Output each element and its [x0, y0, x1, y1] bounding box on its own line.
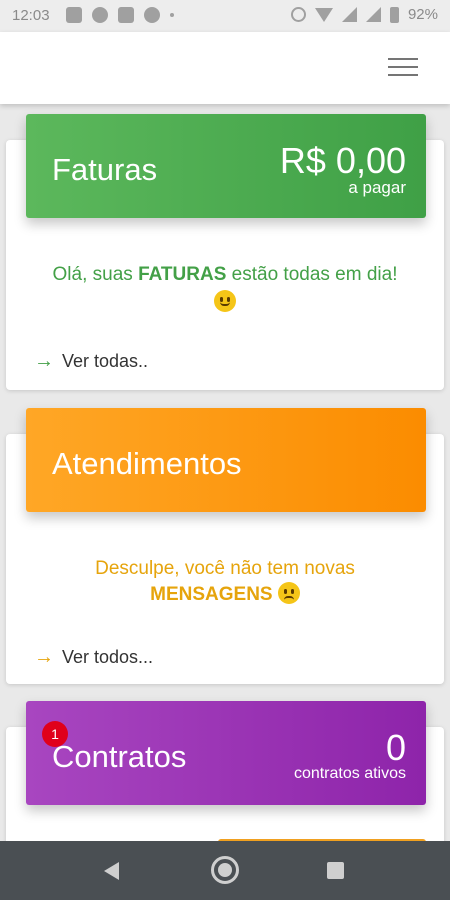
faturas-message-before: Olá, suas	[52, 264, 139, 285]
status-bar: 12:03 92%	[0, 0, 450, 32]
faturas-title: Faturas	[52, 152, 158, 187]
arrow-right-icon: →	[34, 350, 54, 372]
status-time: 12:03	[12, 7, 50, 24]
faturas-link-label: Ver todas..	[62, 351, 149, 371]
status-icons-right: 92%	[290, 6, 438, 23]
contratos-count-label: contratos ativos	[293, 765, 406, 782]
recents-icon[interactable]	[327, 862, 344, 879]
faturas-header[interactable]: Faturas R$ 0,00 a pagar	[26, 114, 426, 218]
atendimentos-title: Atendimentos	[52, 446, 242, 481]
home-icon[interactable]	[211, 856, 239, 884]
atendimentos-message: Desculpe, você não tem novas MENSAGENS	[6, 556, 444, 608]
contratos-title: Contratos	[52, 739, 187, 774]
phone-icon	[118, 7, 134, 23]
faturas-message-after: estão todas em dia!	[226, 264, 398, 285]
sad-face-icon	[277, 582, 300, 604]
wink-face-icon	[214, 290, 236, 312]
atendimentos-message-highlight: MENSAGENS	[150, 584, 273, 605]
arrow-right-icon: →	[34, 646, 54, 668]
atendimentos-header[interactable]: Atendimentos	[26, 408, 426, 512]
card-atendimentos: Atendimentos Desculpe, você não tem nova…	[6, 408, 444, 684]
atendimentos-message-line1: Desculpe, você não tem novas	[95, 558, 355, 579]
atendimentos-see-all-link[interactable]: → Ver todos...	[34, 646, 153, 669]
faturas-amount: R$ 0,00	[279, 140, 406, 181]
faturas-message: Olá, suas FATURAS estão todas em dia!	[6, 262, 444, 316]
notification-icon	[92, 7, 108, 23]
battery-icon	[389, 6, 399, 23]
battery-percent: 92%	[407, 6, 438, 23]
contratos-count: 0	[385, 727, 406, 768]
signal-icon	[341, 7, 357, 22]
dot-icon	[170, 13, 174, 17]
faturas-amount-label: a pagar	[348, 178, 406, 197]
globe-icon	[144, 7, 160, 23]
alarm-icon	[290, 7, 306, 22]
back-icon[interactable]	[104, 862, 119, 880]
contratos-header[interactable]: 1 Contratos 0 contratos ativos	[26, 701, 426, 805]
atendimentos-link-label: Ver todos...	[62, 647, 154, 667]
app-bar	[0, 32, 450, 104]
faturas-message-highlight: FATURAS	[138, 264, 227, 285]
faturas-see-all-link[interactable]: → Ver todas..	[34, 350, 148, 373]
navigation-bar	[0, 841, 450, 900]
news-icon	[66, 7, 82, 23]
hamburger-menu-icon[interactable]	[388, 58, 418, 78]
signal-icon	[365, 7, 381, 22]
status-icons-left	[66, 7, 174, 23]
card-contratos: 1 Contratos 0 contratos ativos	[6, 701, 444, 857]
card-faturas: Faturas R$ 0,00 a pagar Olá, suas FATURA…	[6, 114, 444, 390]
wifi-icon	[314, 7, 333, 22]
notification-badge: 1	[42, 721, 68, 747]
